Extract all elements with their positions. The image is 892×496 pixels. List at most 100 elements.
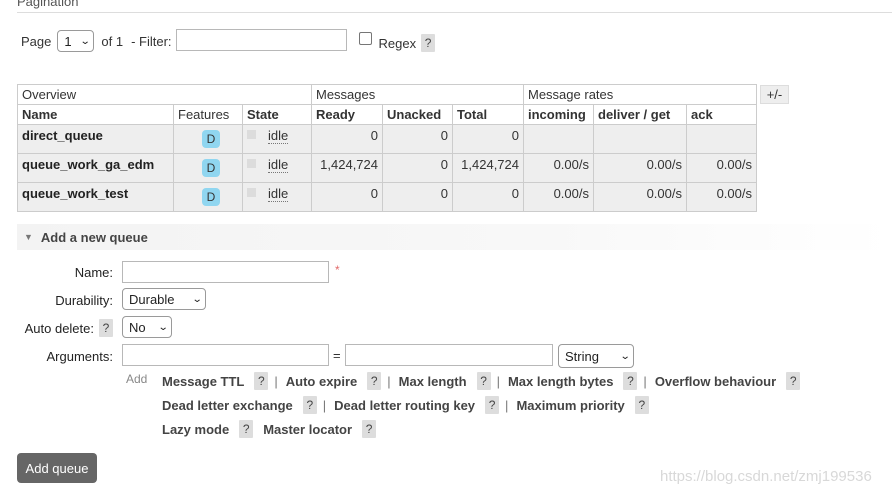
regex-checkbox[interactable] <box>358 31 372 45</box>
group-overview: Overview <box>17 84 312 105</box>
max-length-help-button[interactable]: ? <box>476 372 491 390</box>
pagination-heading: Pagination <box>17 0 892 13</box>
state-label: idle <box>268 128 289 144</box>
unacked-count: 0 <box>382 182 453 212</box>
column-toggle-button[interactable]: +/- <box>760 85 789 104</box>
separator: | <box>387 373 391 389</box>
chevron-down-icon: ⌄ <box>619 350 631 362</box>
state-indicator-icon <box>247 130 256 139</box>
arg-lazy-mode-link[interactable]: Lazy mode <box>162 422 229 437</box>
argument-shortcuts-row-3: Lazy mode ? Master locator ? <box>162 420 382 438</box>
separator: | <box>274 373 278 389</box>
durable-badge: D <box>202 188 220 206</box>
filter-label: - Filter: <box>131 33 172 49</box>
separator: | <box>322 397 327 413</box>
arg-maximum-priority-link[interactable]: Maximum priority <box>516 398 624 413</box>
arg-overflow-behaviour-link[interactable]: Overflow behaviour <box>655 374 776 389</box>
page-select-value: 1 <box>64 33 72 49</box>
table-group-header: Overview Messages Message rates <box>17 84 757 105</box>
total-count: 1,424,724 <box>452 153 524 183</box>
dead-letter-exchange-help-button[interactable]: ? <box>302 396 317 414</box>
durability-select-value: Durable <box>129 291 175 307</box>
equals-sign: = <box>333 348 341 363</box>
watermark-text: https://blog.csdn.net/zmj199536 <box>660 468 872 485</box>
add-queue-section-header[interactable]: ▼ Add a new queue <box>17 224 892 250</box>
table-row: queue_work_test D idle 0 0 0 0.00/s 0.00… <box>17 182 757 212</box>
name-label: Name: <box>74 265 113 280</box>
arg-dead-letter-exchange-link[interactable]: Dead letter exchange <box>162 398 293 413</box>
durability-label: Durability: <box>55 293 113 308</box>
table-column-header: Name Features State Ready Unacked Total … <box>17 104 757 125</box>
add-argument-label: Add <box>126 372 148 386</box>
ack-rate <box>686 124 757 154</box>
arg-max-length-link[interactable]: Max length <box>399 374 467 389</box>
col-deliver-get[interactable]: deliver / get <box>593 104 687 125</box>
incoming-rate: 0.00/s <box>523 182 594 212</box>
arg-message-ttl-link[interactable]: Message TTL <box>162 374 244 389</box>
master-locator-help-button[interactable]: ? <box>362 420 377 438</box>
maximum-priority-help-button[interactable]: ? <box>634 396 649 414</box>
incoming-rate: 0.00/s <box>523 153 594 183</box>
col-unacked[interactable]: Unacked <box>382 104 453 125</box>
lazy-mode-help-button[interactable]: ? <box>239 420 254 438</box>
separator: | <box>505 397 509 413</box>
arguments-label: Arguments: <box>46 349 113 364</box>
col-total[interactable]: Total <box>452 104 524 125</box>
queue-name-link[interactable]: queue_work_test <box>22 186 128 201</box>
col-name[interactable]: Name <box>17 104 174 125</box>
overflow-behaviour-help-button[interactable]: ? <box>786 372 801 390</box>
col-state[interactable]: State <box>242 104 312 125</box>
auto-delete-help-button[interactable]: ? <box>99 319 113 337</box>
state-label: idle <box>268 186 289 202</box>
table-row: queue_work_ga_edm D idle 1,424,724 0 1,4… <box>17 153 757 183</box>
table-row: direct_queue D idle 0 0 0 <box>17 124 757 154</box>
state-indicator-icon <box>247 188 256 197</box>
col-incoming[interactable]: incoming <box>523 104 594 125</box>
auto-expire-help-button[interactable]: ? <box>367 372 382 390</box>
queues-table: Overview Messages Message rates Name Fea… <box>17 84 757 212</box>
arg-master-locator-link[interactable]: Master locator <box>263 422 352 437</box>
argument-key-input[interactable] <box>122 344 329 366</box>
incoming-rate <box>523 124 594 154</box>
arg-auto-expire-link[interactable]: Auto expire <box>286 374 358 389</box>
page-label: Page <box>21 33 52 49</box>
group-message-rates: Message rates <box>523 84 757 105</box>
argument-type-select[interactable]: String ⌄ <box>558 344 634 368</box>
queue-name-link[interactable]: direct_queue <box>22 128 103 143</box>
state-indicator-icon <box>247 159 256 168</box>
durability-select[interactable]: Durable ⌄ <box>122 288 206 310</box>
dead-letter-routing-key-help-button[interactable]: ? <box>485 396 500 414</box>
deliver-get-rate: 0.00/s <box>593 153 687 183</box>
max-length-bytes-help-button[interactable]: ? <box>623 372 638 390</box>
durable-badge: D <box>202 159 220 177</box>
argument-type-value: String <box>565 348 599 364</box>
page-select[interactable]: 1 ⌄ <box>57 30 95 52</box>
page-count-label: of 1 <box>101 33 124 49</box>
queue-name-link[interactable]: queue_work_ga_edm <box>22 157 154 172</box>
regex-label: Regex <box>378 35 417 51</box>
auto-delete-label: Auto delete: <box>24 321 94 336</box>
filter-input[interactable] <box>175 29 347 51</box>
add-queue-button[interactable]: Add queue <box>17 453 97 483</box>
ready-count: 1,424,724 <box>311 153 383 183</box>
chevron-down-icon: ⌄ <box>191 293 203 305</box>
deliver-get-rate <box>593 124 687 154</box>
auto-delete-select-value: No <box>129 319 146 335</box>
pagination-controls: Page 1 ⌄ of 1 - Filter: Regex ? <box>21 29 436 52</box>
message-ttl-help-button[interactable]: ? <box>254 372 269 390</box>
ready-count: 0 <box>311 124 383 154</box>
total-count: 0 <box>452 124 524 154</box>
deliver-get-rate: 0.00/s <box>593 182 687 212</box>
auto-delete-select[interactable]: No ⌄ <box>122 316 172 338</box>
argument-value-input[interactable] <box>345 344 553 366</box>
col-ack[interactable]: ack <box>686 104 757 125</box>
ack-rate: 0.00/s <box>686 153 757 183</box>
regex-help-button[interactable]: ? <box>421 34 436 52</box>
arg-dead-letter-routing-key-link[interactable]: Dead letter routing key <box>334 398 475 413</box>
arg-max-length-bytes-link[interactable]: Max length bytes <box>508 374 613 389</box>
ready-count: 0 <box>311 182 383 212</box>
col-features: Features <box>173 104 243 125</box>
queue-name-input[interactable] <box>122 261 329 283</box>
total-count: 0 <box>452 182 524 212</box>
col-ready[interactable]: Ready <box>311 104 383 125</box>
